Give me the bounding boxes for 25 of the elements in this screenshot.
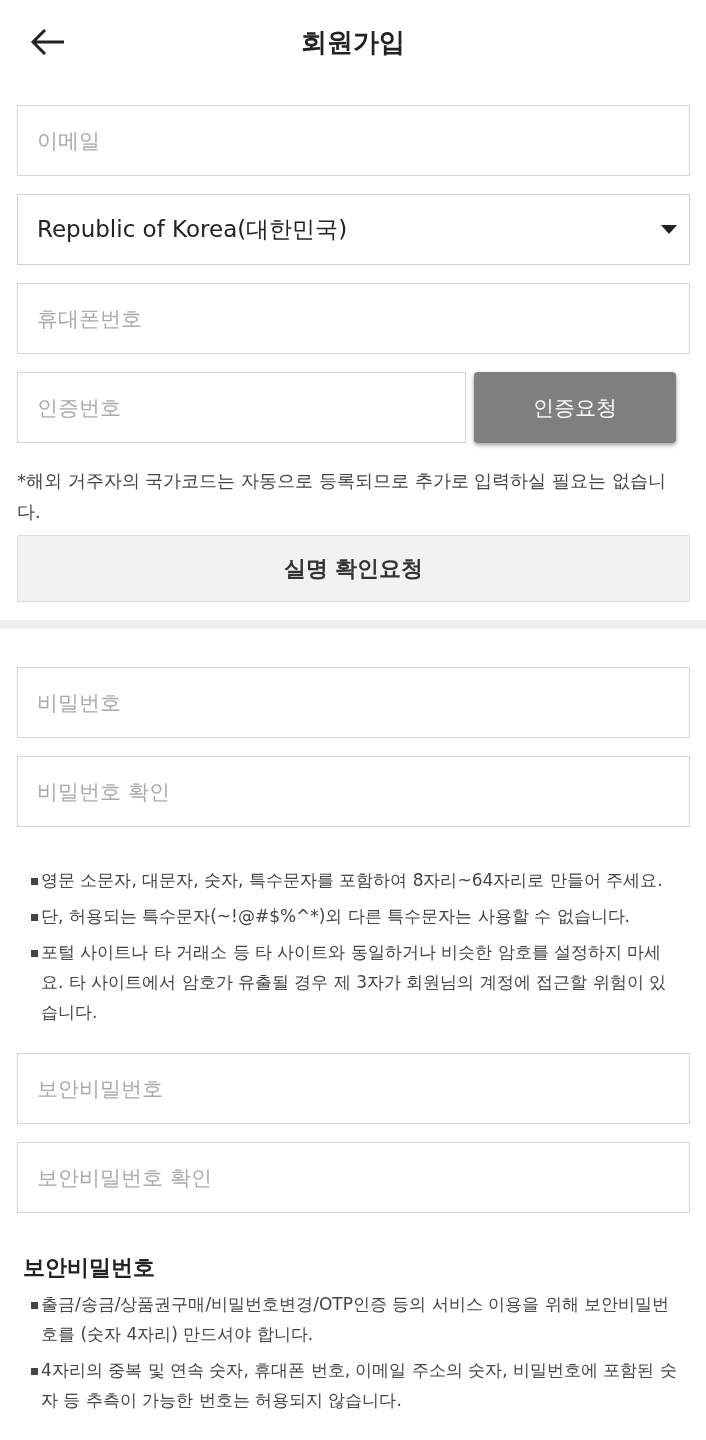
password-field[interactable]: 비밀번호 <box>17 667 690 738</box>
bullet-icon <box>31 1368 38 1375</box>
pin-field[interactable]: 보안비밀번호 <box>17 1053 690 1124</box>
email-field[interactable]: 이메일 <box>17 105 690 176</box>
auth-code-field[interactable]: 인증번호 <box>17 372 466 443</box>
rule-text: 출금/송금/상품권구매/비밀번호변경/OTP인증 등의 서비스 이용을 위해 보안비밀번호를 (숫자 4자리) 만드셔야 합니다. <box>41 1293 670 1346</box>
verify-button[interactable]: 실명 확인요청 <box>17 535 690 602</box>
rule-text: 4자리의 중복 및 연속 숫자, 휴대폰 번호, 이메일 주소의 숫자, 비밀번호에 포함된 숫자 등 추측이 가능한 번호는 허용되지 않습니다. <box>41 1359 678 1412</box>
bullet-icon <box>31 1302 38 1309</box>
bullet-icon <box>31 914 38 921</box>
rule-text: 단, 허용되는 특수문자(~!@#$%^*)외 다른 특수문자는 사용할 수 없습니다. <box>41 905 630 928</box>
page-title: 회원가입 <box>301 26 405 59</box>
rule-text: 영문 소문자, 대문자, 숫자, 특수문자를 포함하여 8자리~64자리로 만들어 주세요. <box>41 869 663 892</box>
pin-field[interactable]: 보안비밀번호 확인 <box>17 1142 690 1213</box>
bullet-icon <box>31 950 38 957</box>
back-arrow-icon[interactable] <box>30 27 66 57</box>
notice-text: *해외 거주자의 국가코드는 자동으로 등록되므로 추가로 입력하실 필요는 없습니다. <box>17 469 667 524</box>
country-select[interactable]: Republic of Korea(대한민국) <box>17 194 690 265</box>
bullet-icon <box>31 878 38 885</box>
rule-text: 포털 사이트나 타 거래소 등 타 사이트와 동일하거나 비슷한 암호를 설정하지 마세요. 타 사이트에서 암호가 유출될 경우 제 3자가 회원님의 계정에 접근할 위험이 있습니다. <box>41 941 668 1024</box>
phone-field[interactable]: 휴대폰번호 <box>17 283 690 354</box>
password-field[interactable]: 비밀번호 확인 <box>17 756 690 827</box>
dropdown-caret-icon <box>661 225 677 234</box>
section-heading: 보안비밀번호 <box>23 1254 156 1282</box>
auth-request-button[interactable]: 인증요청 <box>474 372 676 443</box>
